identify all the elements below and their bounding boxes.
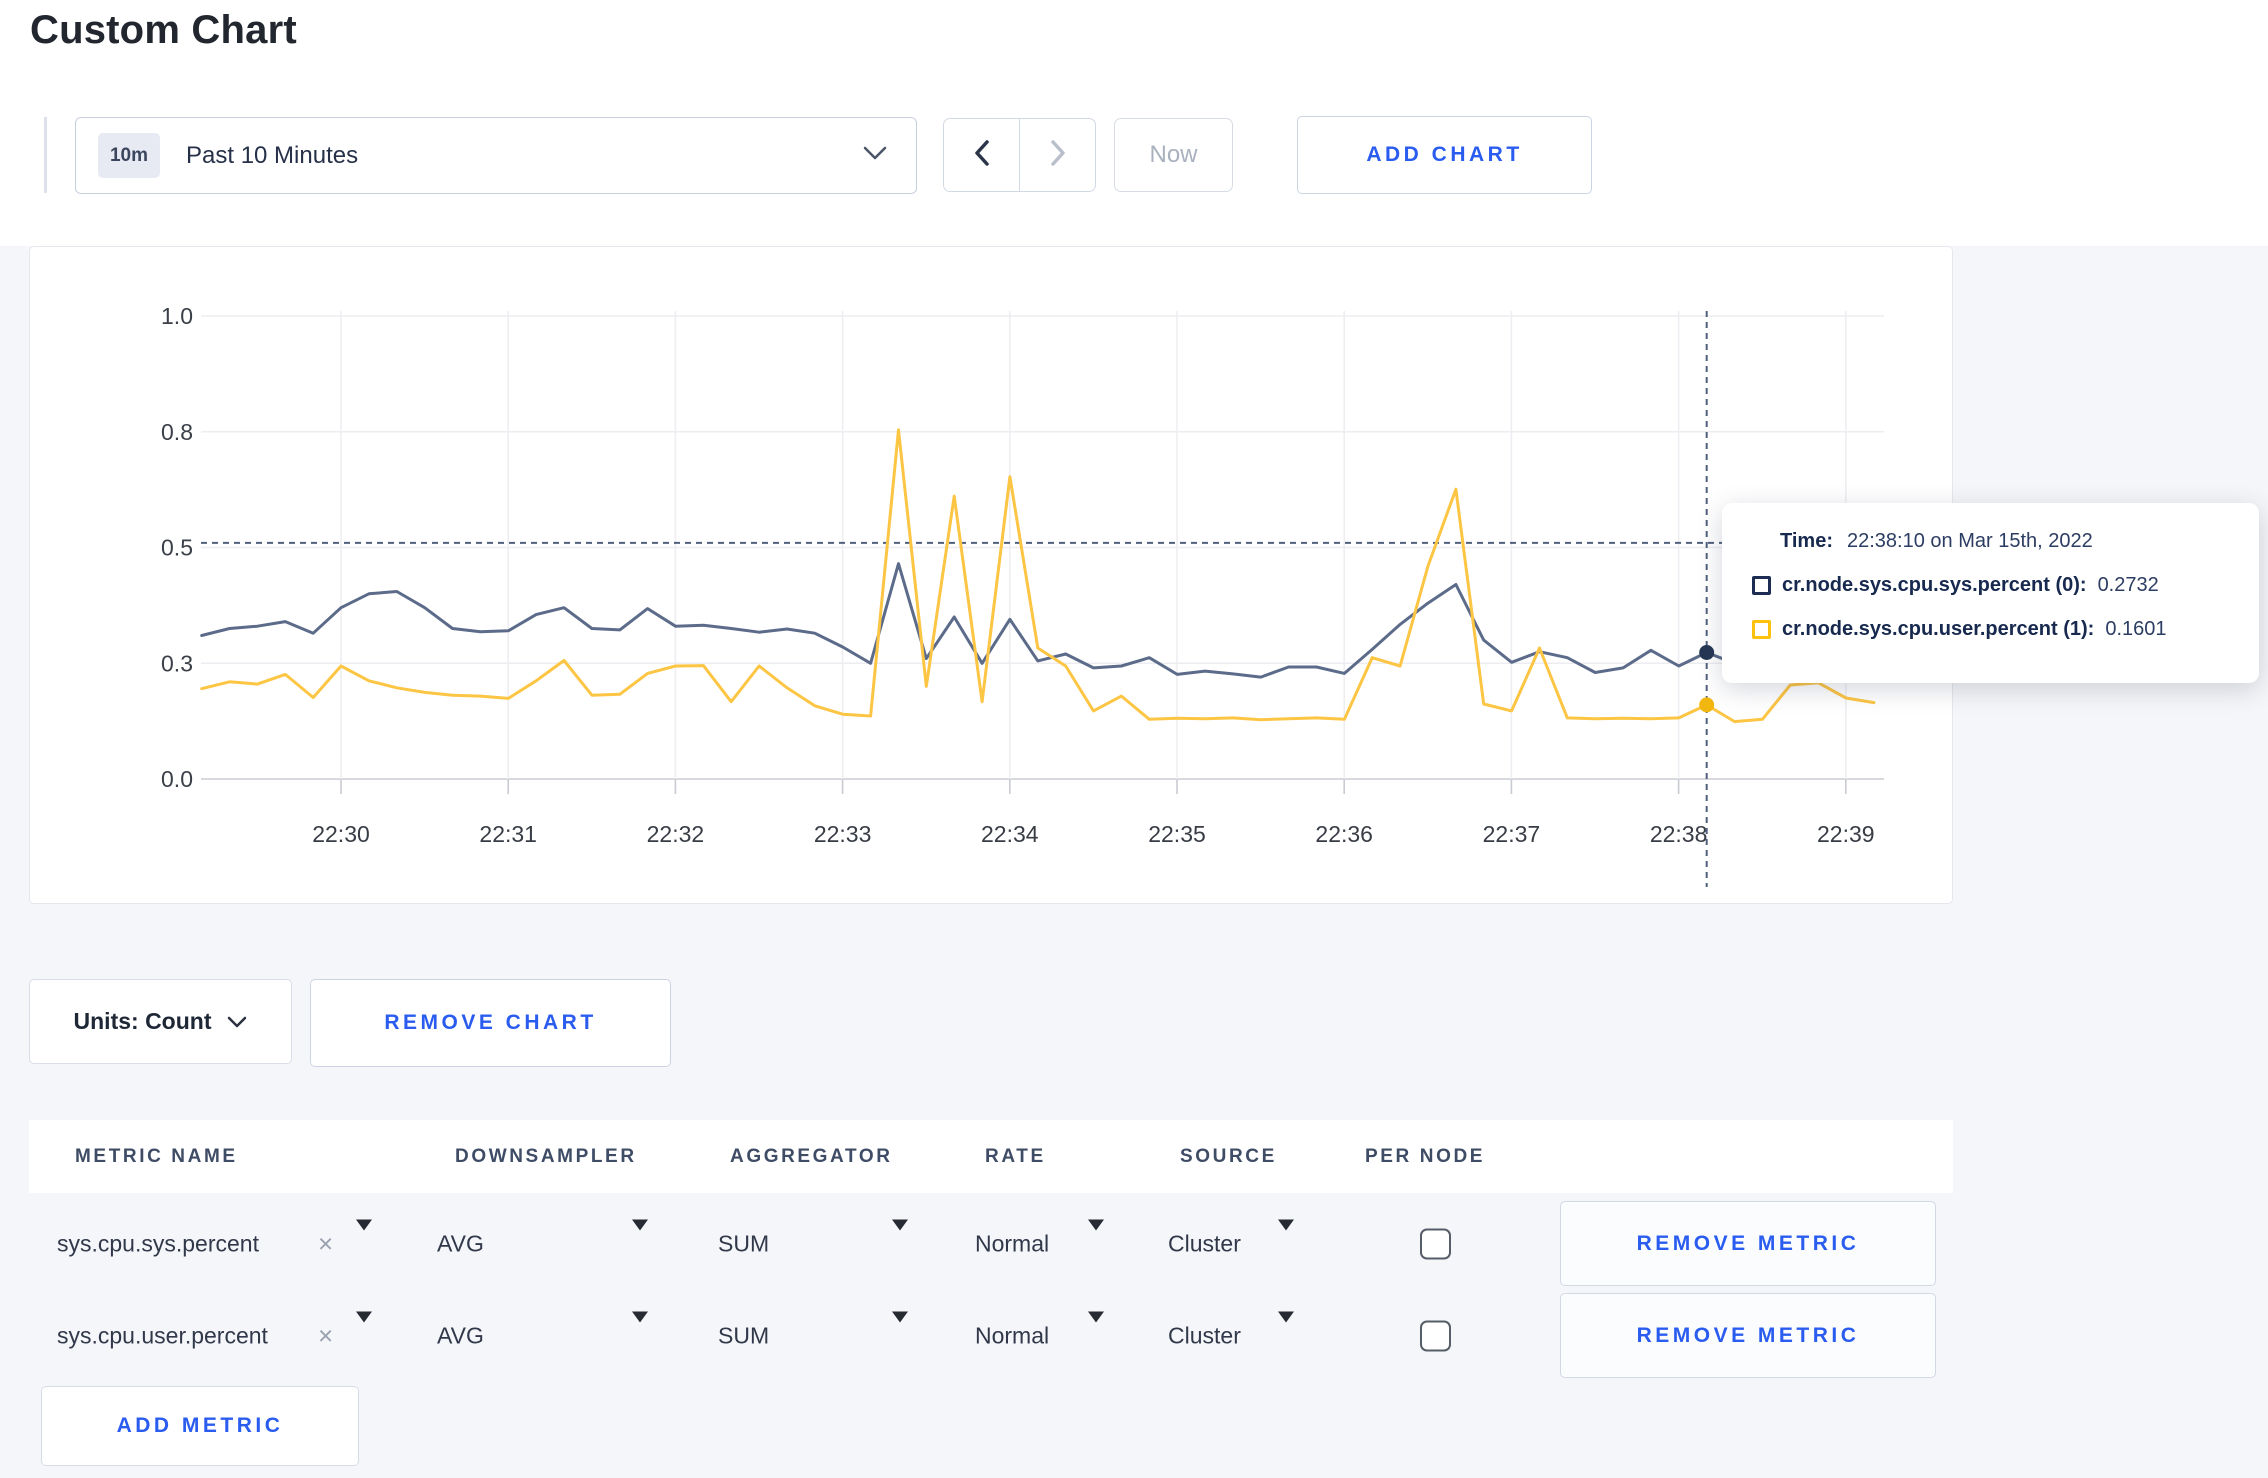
svg-text:0.5: 0.5 [161, 535, 193, 561]
chevron-left-icon [971, 138, 993, 173]
svg-text:0.0: 0.0 [161, 766, 193, 792]
downsampler-select[interactable]: AVG [437, 1231, 484, 1258]
svg-text:22:37: 22:37 [1483, 821, 1541, 847]
svg-text:22:39: 22:39 [1817, 821, 1875, 847]
timeseries-chart[interactable]: 0.0 0.3 0.5 0.8 1.0 22:30 22:31 22:32 22:33 22:34… [30, 247, 1954, 905]
metric-name-select[interactable]: sys.cpu.sys.percent [57, 1231, 259, 1258]
tooltip-series-sys-value: 0.2732 [2097, 574, 2159, 596]
svg-text:22:30: 22:30 [312, 821, 370, 847]
svg-text:0.8: 0.8 [161, 419, 193, 445]
rate-select[interactable]: Normal [975, 1323, 1049, 1350]
now-button[interactable]: Now [1114, 118, 1233, 192]
chevron-down-icon [862, 145, 888, 166]
dropdown-arrow-icon[interactable] [1278, 1219, 1294, 1258]
svg-text:22:38: 22:38 [1650, 821, 1708, 847]
clear-icon[interactable]: × [318, 1229, 333, 1260]
add-chart-button[interactable]: ADD CHART [1297, 116, 1592, 194]
time-range-badge: 10m [98, 133, 160, 178]
chart-card: 0.0 0.3 0.5 0.8 1.0 22:30 22:31 22:32 22:33 22:34… [29, 246, 1953, 904]
svg-text:22:36: 22:36 [1315, 821, 1373, 847]
dropdown-arrow-icon[interactable] [356, 1219, 372, 1258]
chevron-right-icon [1047, 138, 1069, 173]
metric-name-select[interactable]: sys.cpu.user.percent [57, 1323, 268, 1350]
col-header-downsampler: DOWNSAMPLER [455, 1146, 637, 1167]
dropdown-arrow-icon[interactable] [1088, 1311, 1104, 1350]
per-node-checkbox[interactable] [1420, 1320, 1451, 1352]
svg-text:0.3: 0.3 [161, 650, 193, 676]
dropdown-arrow-icon[interactable] [1088, 1219, 1104, 1258]
toolbar-divider [44, 117, 47, 193]
tooltip-series-user-value: 0.1601 [2105, 618, 2167, 640]
svg-text:22:31: 22:31 [479, 821, 537, 847]
col-header-metric-name: METRIC NAME [75, 1146, 238, 1167]
source-select[interactable]: Cluster [1168, 1323, 1241, 1350]
dropdown-arrow-icon[interactable] [1278, 1311, 1294, 1350]
remove-metric-button[interactable]: REMOVE METRIC [1560, 1201, 1936, 1286]
dropdown-arrow-icon[interactable] [632, 1311, 648, 1350]
time-range-dropdown[interactable]: 10m Past 10 Minutes [75, 117, 917, 194]
svg-text:22:32: 22:32 [647, 821, 705, 847]
svg-text:22:35: 22:35 [1148, 821, 1206, 847]
aggregator-select[interactable]: SUM [718, 1231, 769, 1258]
dropdown-arrow-icon[interactable] [892, 1311, 908, 1350]
per-node-checkbox[interactable] [1420, 1228, 1451, 1260]
rate-select[interactable]: Normal [975, 1231, 1049, 1258]
source-select[interactable]: Cluster [1168, 1231, 1241, 1258]
tooltip-time-value: 22:38:10 on Mar 15th, 2022 [1846, 530, 2093, 552]
table-row: sys.cpu.user.percent × AVG SUM Normal Cl… [0, 1290, 2268, 1382]
col-header-aggregator: AGGREGATOR [730, 1146, 893, 1167]
next-time-button[interactable] [1020, 119, 1095, 191]
svg-text:22:33: 22:33 [814, 821, 872, 847]
aggregator-select[interactable]: SUM [718, 1323, 769, 1350]
prev-time-button[interactable] [944, 119, 1020, 191]
remove-chart-button[interactable]: REMOVE CHART [310, 979, 671, 1067]
add-metric-button[interactable]: ADD METRIC [41, 1386, 359, 1466]
series-sys-swatch-icon [1752, 576, 1771, 595]
tooltip-time-label: Time: [1780, 530, 1833, 552]
dropdown-arrow-icon[interactable] [632, 1219, 648, 1258]
tooltip-series-sys-label: cr.node.sys.cpu.sys.percent (0): [1782, 574, 2087, 596]
chevron-down-icon [227, 1008, 247, 1035]
col-header-source: SOURCE [1180, 1146, 1277, 1167]
tooltip-series-user-label: cr.node.sys.cpu.user.percent (1): [1782, 618, 2095, 640]
dropdown-arrow-icon[interactable] [356, 1311, 372, 1350]
col-header-rate: RATE [985, 1146, 1046, 1167]
dropdown-arrow-icon[interactable] [892, 1219, 908, 1258]
chart-tooltip: Time: 22:38:10 on Mar 15th, 2022 cr.node… [1722, 503, 2259, 683]
series-user-swatch-icon [1752, 620, 1771, 639]
time-nav-group [943, 118, 1096, 192]
table-row: sys.cpu.sys.percent × AVG SUM Normal Clu… [0, 1198, 2268, 1290]
page-title: Custom Chart [30, 8, 297, 52]
units-label: Units: Count [73, 1008, 212, 1034]
clear-icon[interactable]: × [318, 1321, 333, 1352]
col-header-per-node: PER NODE [1365, 1146, 1486, 1167]
svg-text:1.0: 1.0 [161, 303, 193, 329]
units-dropdown[interactable]: Units: Count [29, 979, 292, 1064]
remove-metric-button[interactable]: REMOVE METRIC [1560, 1293, 1936, 1378]
downsampler-select[interactable]: AVG [437, 1323, 484, 1350]
svg-text:22:34: 22:34 [981, 821, 1039, 847]
time-range-label: Past 10 Minutes [186, 141, 359, 169]
